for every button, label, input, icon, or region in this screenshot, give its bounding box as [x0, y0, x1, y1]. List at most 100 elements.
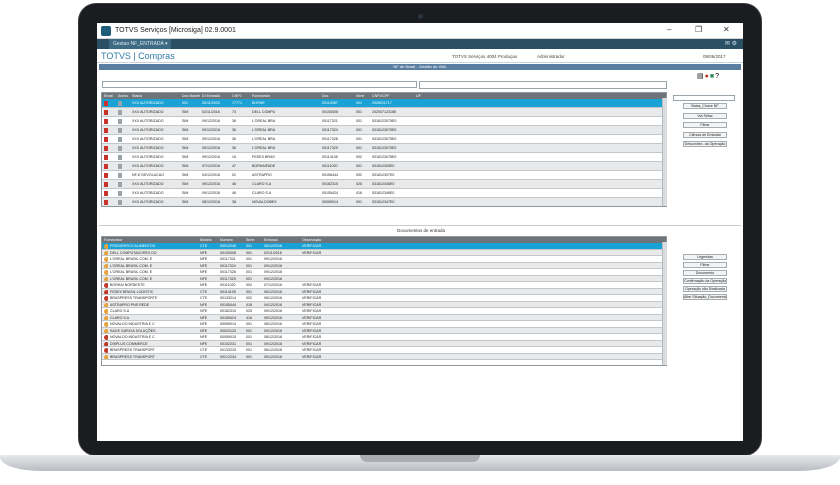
- docs-cell: 00111020: [220, 283, 236, 287]
- nfe-cell: [116, 180, 130, 188]
- nfe-cell: CLARO S.A: [252, 182, 272, 186]
- nfe-row[interactable]: XXX AUTORIZADO SIM 09/12/2016 36 L'OREAL BRA…: [102, 117, 666, 126]
- doc-action-button[interactable]: Documento: [683, 270, 727, 276]
- nfe-row[interactable]: XXX AUTORIZADO SIM 09/12/2016 36 L'OREAL BRA…: [102, 126, 666, 135]
- nfe-row[interactable]: NF-E DEVOLUCAO SIM 04/12/2016 02 ASTRAPRO 001…: [102, 171, 666, 180]
- docs-cell: 09/12/2016: [264, 276, 282, 281]
- action-button[interactable]: Via Sefaz: [683, 112, 727, 119]
- nfe-cell: SIM: [182, 128, 189, 132]
- nfe-row[interactable]: XXX AUTORIZADO SIM 09/12/2016 46 CLARO S.A 00…: [102, 180, 666, 189]
- nfe-cell: [116, 162, 130, 170]
- nfe-row[interactable]: XXX AUTORIZADO SIM 09/12/2016 36 L'OREAL BRA…: [102, 144, 666, 153]
- action-button[interactable]: Filtrar: [683, 122, 727, 128]
- nfe-row[interactable]: XXX AUTORIZADO SIM 09/12/2016 36 L'OREAL BRA…: [102, 135, 666, 144]
- document-icon[interactable]: [118, 119, 122, 124]
- docs-cell: 001: [246, 328, 252, 333]
- doc-action-button[interactable]: Legendas: [683, 254, 727, 260]
- pdf-icon[interactable]: [104, 155, 108, 160]
- pdf-icon[interactable]: [104, 200, 108, 205]
- document-icon[interactable]: [118, 200, 122, 205]
- toolbar-icons[interactable]: ▤●■?: [697, 72, 720, 80]
- action-button[interactable]: Desconhec. da Operação: [683, 141, 727, 147]
- document-icon[interactable]: [118, 137, 122, 142]
- nfe-row[interactable]: XXX AUTORIZADO SIM 09/12/2016 15 FEDEX BRAS 0…: [102, 153, 666, 162]
- nfe-cell: 00114105: [322, 155, 338, 159]
- nfe-cell: 47: [232, 164, 236, 168]
- webcam: [418, 14, 423, 19]
- nfe-cell: 09/12/2016: [202, 137, 220, 141]
- document-icon[interactable]: [118, 191, 122, 196]
- docs-cell: 001: [246, 270, 252, 274]
- nfe-grid-scrollbar[interactable]: [662, 98, 667, 206]
- docs-cell: 00105308: [220, 250, 236, 255]
- maximize-button[interactable]: ❐: [695, 25, 702, 34]
- document-icon[interactable]: [118, 155, 122, 160]
- docs-cell: 00102231: [220, 341, 236, 346]
- help-icon[interactable]: ?: [715, 73, 720, 80]
- search-field[interactable]: [673, 95, 735, 101]
- docs-cell: 08/12/2016: [264, 335, 282, 339]
- nfe-cell: 00110087: [322, 101, 338, 105]
- pdf-icon[interactable]: [104, 191, 108, 196]
- docs-cell: CTE: [200, 296, 208, 300]
- nfe-row[interactable]: XXX AUTORIZADO SIM 09/12/2016 46 CLARO S.A 00…: [102, 189, 666, 198]
- pdf-icon[interactable]: [104, 119, 108, 124]
- nfe-cell: 531812307E0: [372, 173, 395, 177]
- pdf-icon[interactable]: [104, 164, 108, 169]
- pdf-icon[interactable]: [104, 110, 108, 115]
- nfe-cell: 36: [232, 146, 236, 150]
- close-button[interactable]: ✕: [723, 25, 730, 34]
- doc-action-button[interactable]: Filtrar: [683, 262, 727, 268]
- docs-cell: NOVALOO INDUSTRIA E C: [110, 335, 155, 339]
- pdf-icon[interactable]: [104, 128, 108, 133]
- docs-cell: 001: [246, 250, 252, 255]
- document-icon[interactable]: [118, 164, 122, 169]
- pdf-icon[interactable]: [104, 146, 108, 151]
- pdf-icon[interactable]: [104, 101, 108, 106]
- nfe-cell: 07/12/2016: [202, 164, 220, 168]
- minimize-button[interactable]: –: [667, 25, 671, 34]
- nfe-cell: [102, 117, 116, 125]
- cte-filter-box[interactable]: [419, 81, 667, 89]
- nfe-cell: SIM: [182, 173, 189, 177]
- docs-grid-scrollbar[interactable]: [662, 242, 667, 365]
- docs-cell: FEDEX BRASIL LOGISTIC: [110, 289, 154, 294]
- nfe-cell: [414, 135, 424, 143]
- doc-action-button[interactable]: Operação não Realizada: [683, 286, 727, 292]
- pdf-icon[interactable]: [104, 173, 108, 178]
- docs-cell: 00133215: [220, 348, 236, 352]
- docs-cell: 09/12/2016: [264, 263, 282, 268]
- nfe-row[interactable]: XXX AUTORIZADO SIM 08/12/2016 38 NOVALOOBEX 0…: [102, 198, 666, 206]
- document-icon[interactable]: [118, 110, 122, 115]
- action-button[interactable]: Baixa_Chave NF: [683, 103, 727, 109]
- docs-cell: 09/12/2016: [264, 328, 282, 333]
- print-icon[interactable]: ▤: [697, 73, 705, 80]
- doc-action-button[interactable]: Alter Situação_Documento: [683, 294, 727, 300]
- document-icon[interactable]: [118, 182, 122, 187]
- tab-toolbar-icons[interactable]: ✉ ⚙: [725, 40, 737, 47]
- action-button[interactable]: Ciência de Emissão: [683, 131, 727, 138]
- pdf-icon[interactable]: [104, 182, 108, 187]
- docs-row[interactable]: BRASPRESS TRANSPORT CTE 00212234 001 09/12/2…: [102, 353, 666, 360]
- nfe-cell: 73: [232, 110, 236, 114]
- document-icon[interactable]: [118, 173, 122, 178]
- nfe-cell: XXX AUTORIZADO: [132, 101, 164, 105]
- nfe-cell: [116, 135, 130, 143]
- nfe-row[interactable]: XXX AUTORIZADO SIM 07/12/2016 47 BORHAIFADE 0…: [102, 162, 666, 171]
- docs-cell: BORHAI NORDESTE: [110, 283, 145, 287]
- nfe-row[interactable]: XXX AUTORIZADO 001 30/11/2020 77771 BORHE 001…: [102, 99, 666, 108]
- nfe-row[interactable]: XXX AUTORIZADO SIM 02/11/2016 73 DELL COMPU 0…: [102, 108, 666, 117]
- tab-gestao[interactable]: Gestao NF_ENTRADA ▾: [109, 39, 172, 49]
- nfe-cell: 00105308: [322, 110, 338, 114]
- document-icon[interactable]: [118, 101, 122, 106]
- nfe-cell: 001: [356, 146, 362, 150]
- docs-cell: 02/11/2016: [264, 250, 282, 255]
- nfe-cell: [414, 108, 424, 116]
- nfe-cell: [414, 171, 424, 179]
- nfe-filter-box[interactable]: [102, 81, 417, 88]
- document-icon[interactable]: [118, 146, 122, 151]
- nfe-cell: [116, 171, 130, 179]
- document-icon[interactable]: [118, 128, 122, 133]
- doc-action-button[interactable]: Confirmação da Operação: [683, 278, 727, 284]
- pdf-icon[interactable]: [104, 137, 108, 142]
